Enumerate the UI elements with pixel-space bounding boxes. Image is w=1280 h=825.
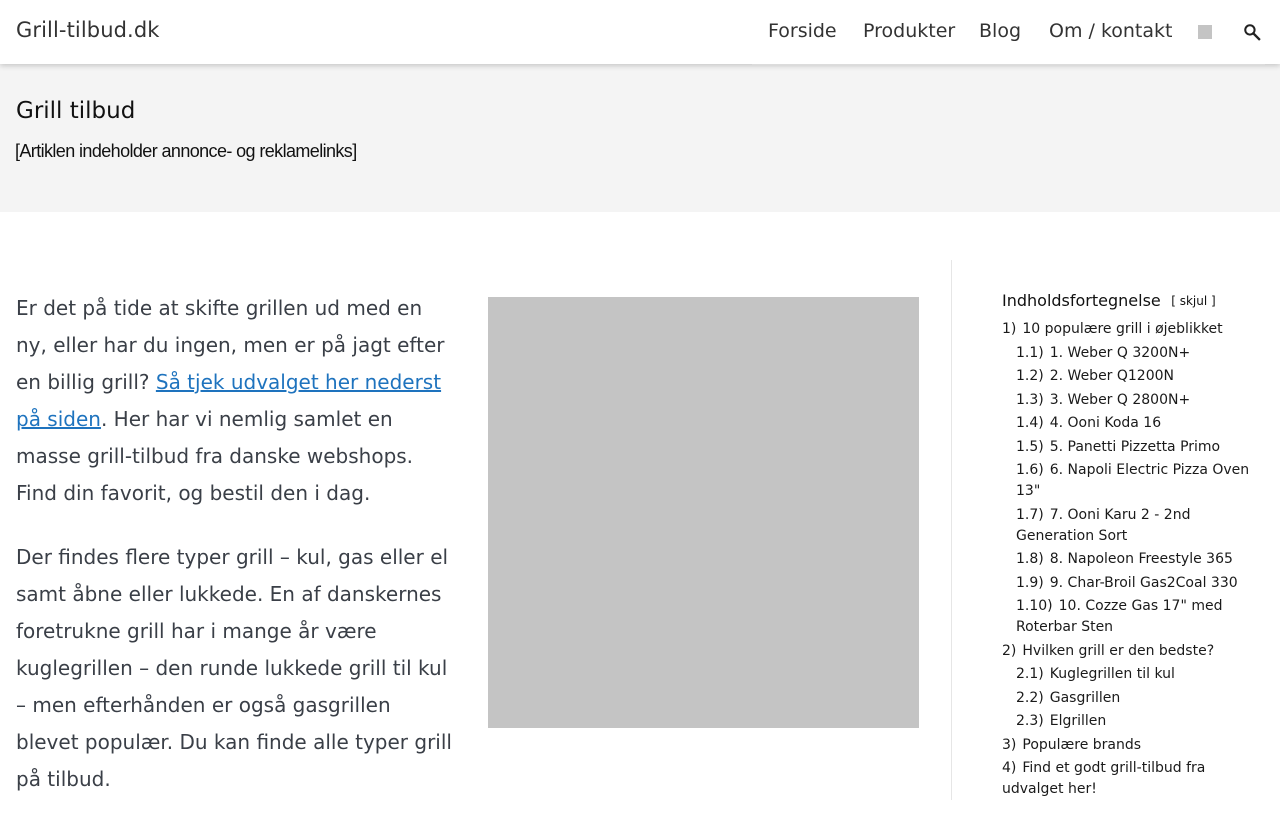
toc-item-number: 2.1) xyxy=(1016,666,1044,682)
toc-list: 1) 10 populære grill i øjeblikket 1.1) 1. W… xyxy=(1002,319,1252,800)
toc-item-link[interactable]: 1.1) 1. Weber Q 3200N+ xyxy=(1016,345,1190,361)
toc-item-link[interactable]: 2.1) Kuglegrillen til kul xyxy=(1016,666,1175,682)
main-nav: Forside Produkter Blog Om / kontakt xyxy=(752,0,1265,65)
toc-item: 1.4) 4. Ooni Koda 16 xyxy=(1002,413,1252,434)
toc-item: 3) Populære brands xyxy=(1002,735,1252,756)
page-title: Grill tilbud xyxy=(16,98,136,124)
article-body: Er det på tide at skifte grillen ud med … xyxy=(16,290,456,825)
toc-item-link[interactable]: 1.8) 8. Napoleon Freestyle 365 xyxy=(1016,551,1233,567)
toc-item-number: 4) xyxy=(1002,760,1017,776)
toc-hide-button[interactable]: skjul xyxy=(1180,294,1207,308)
toc-title: Indholdsfortegnelse xyxy=(1002,291,1161,310)
grill-types-paragraph: Der findes flere typer grill – kul, gas … xyxy=(16,545,452,791)
toc-item-number: 1.10) xyxy=(1016,598,1053,614)
toc-item: 1.10) 10. Cozze Gas 17" med Roterbar Sten xyxy=(1002,596,1252,638)
toc-item-link[interactable]: 3) Populære brands xyxy=(1002,737,1141,753)
toc-item: 1.7) 7. Ooni Karu 2 - 2nd Generation Sort xyxy=(1002,505,1252,547)
toc-item-number: 2.3) xyxy=(1016,713,1044,729)
placeholder-square-icon[interactable] xyxy=(1198,25,1212,39)
nav-item-forside[interactable]: Forside xyxy=(768,20,837,42)
toc-item-number: 1) xyxy=(1002,321,1017,337)
toc-item-link[interactable]: 1.10) 10. Cozze Gas 17" med Roterbar Sten xyxy=(1016,598,1222,635)
ad-disclaimer: [Artiklen indeholder annonce- og reklame… xyxy=(15,141,357,161)
toc-toggle-open-bracket: [ xyxy=(1171,294,1176,308)
toc-item-label: 3. Weber Q 2800N+ xyxy=(1049,391,1191,408)
toc-item-label: Elgrillen xyxy=(1049,713,1107,729)
toc-item-number: 3) xyxy=(1002,736,1017,753)
sidebar-divider xyxy=(951,260,952,800)
toc-item-link[interactable]: 1.7) 7. Ooni Karu 2 - 2nd Generation Sort xyxy=(1016,507,1190,544)
toc-item-number: 1.9) xyxy=(1016,574,1044,591)
toc-item-number: 2.2) xyxy=(1016,689,1044,706)
toc-item-link[interactable]: 1.4) 4. Ooni Koda 16 xyxy=(1016,415,1161,431)
toc-item-label: Hvilken grill er den bedste? xyxy=(1022,642,1215,659)
toc-item-label: Kuglegrillen til kul xyxy=(1049,666,1175,682)
toc-item-number: 1.6) xyxy=(1016,462,1044,478)
toc-item: 1.9) 9. Char-Broil Gas2Coal 330 xyxy=(1002,573,1252,594)
toc-item: 1.3) 3. Weber Q 2800N+ xyxy=(1002,390,1252,411)
toc-item: 2.3) Elgrillen xyxy=(1002,711,1252,732)
nav-item-produkter[interactable]: Produkter xyxy=(863,20,955,42)
toc-item-link[interactable]: 2.2) Gasgrillen xyxy=(1016,690,1120,706)
toc-item: 1.5) 5. Panetti Pizzetta Primo xyxy=(1002,437,1252,458)
toc-item-label: 9. Char-Broil Gas2Coal 330 xyxy=(1049,574,1238,591)
toc-item-link[interactable]: 1.6) 6. Napoli Electric Pizza Oven 13" xyxy=(1016,462,1249,499)
toc-item-label: Find et godt grill-tilbud fra udvalget h… xyxy=(1002,760,1206,797)
toc-item-link[interactable]: 2.3) Elgrillen xyxy=(1016,713,1106,729)
toc-item-number: 1.5) xyxy=(1016,438,1044,455)
toc-item-number: 1.4) xyxy=(1016,415,1044,431)
article-image-placeholder xyxy=(488,297,919,728)
toc-item-label: 1. Weber Q 3200N+ xyxy=(1049,344,1191,361)
toc-item-label: 8. Napoleon Freestyle 365 xyxy=(1049,551,1233,567)
page-title-bar: Grill tilbud [Artiklen indeholder annonc… xyxy=(0,64,1280,212)
toc-item-number: 1.8) xyxy=(1016,551,1044,567)
toc-item-number: 2) xyxy=(1002,642,1017,659)
toc-item: 2) Hvilken grill er den bedste? xyxy=(1002,641,1252,662)
toc-item-link[interactable]: 1.9) 9. Char-Broil Gas2Coal 330 xyxy=(1016,575,1238,591)
toc-item-link[interactable]: 2) Hvilken grill er den bedste? xyxy=(1002,643,1214,659)
toc-item: 4) Find et godt grill-tilbud fra udvalget… xyxy=(1002,758,1252,800)
toc-item: 1.6) 6. Napoli Electric Pizza Oven 13" xyxy=(1002,460,1252,502)
toc-item: 1.1) 1. Weber Q 3200N+ xyxy=(1002,343,1252,364)
site-header: Grill-tilbud.dk Forside Produkter Blog O… xyxy=(0,0,1280,65)
toc-item-label: 5. Panetti Pizzetta Primo xyxy=(1049,438,1221,455)
table-of-contents: Indholdsfortegnelse [ skjul ] 1) 10 popul… xyxy=(1002,291,1252,803)
toc-item-link[interactable]: 1.3) 3. Weber Q 2800N+ xyxy=(1016,392,1190,408)
toc-item-label: Populære brands xyxy=(1022,736,1142,753)
toc-item-link[interactable]: 1.5) 5. Panetti Pizzetta Primo xyxy=(1016,439,1220,455)
toc-item: 2.2) Gasgrillen xyxy=(1002,688,1252,709)
toc-item-number: 1.7) xyxy=(1016,506,1044,523)
nav-item-om-kontakt[interactable]: Om / kontakt xyxy=(1049,20,1172,42)
toc-item-label: Gasgrillen xyxy=(1049,689,1121,706)
toc-toggle-close-bracket: ] xyxy=(1211,294,1216,308)
site-logo[interactable]: Grill-tilbud.dk xyxy=(16,18,160,42)
toc-item-label: 10 populære grill i øjeblikket xyxy=(1022,321,1223,337)
toc-item: 1.2) 2. Weber Q1200N xyxy=(1002,366,1252,387)
toc-toggle: [ skjul ] xyxy=(1171,294,1216,308)
toc-item-number: 1.2) xyxy=(1016,368,1044,384)
toc-item-number: 1.1) xyxy=(1016,344,1044,361)
toc-item: 2.1) Kuglegrillen til kul xyxy=(1002,664,1252,685)
search-icon[interactable] xyxy=(1242,22,1262,42)
toc-item-label: 6. Napoli Electric Pizza Oven 13" xyxy=(1016,462,1250,499)
toc-item: 1) 10 populære grill i øjeblikket xyxy=(1002,319,1252,340)
intro-paragraph: Er det på tide at skifte grillen ud med … xyxy=(16,290,456,512)
toc-item-link[interactable]: 4) Find et godt grill-tilbud fra udvalget… xyxy=(1002,760,1205,797)
toc-item-number: 1.3) xyxy=(1016,391,1044,408)
toc-header: Indholdsfortegnelse [ skjul ] xyxy=(1002,291,1252,319)
toc-item-link[interactable]: 1) 10 populære grill i øjeblikket xyxy=(1002,321,1223,337)
toc-item-label: 2. Weber Q1200N xyxy=(1049,368,1175,384)
nav-item-blog[interactable]: Blog xyxy=(979,20,1021,42)
toc-item-link[interactable]: 1.2) 2. Weber Q1200N xyxy=(1016,368,1174,384)
toc-item: 1.8) 8. Napoleon Freestyle 365 xyxy=(1002,549,1252,570)
toc-item-label: 4. Ooni Koda 16 xyxy=(1049,415,1162,431)
